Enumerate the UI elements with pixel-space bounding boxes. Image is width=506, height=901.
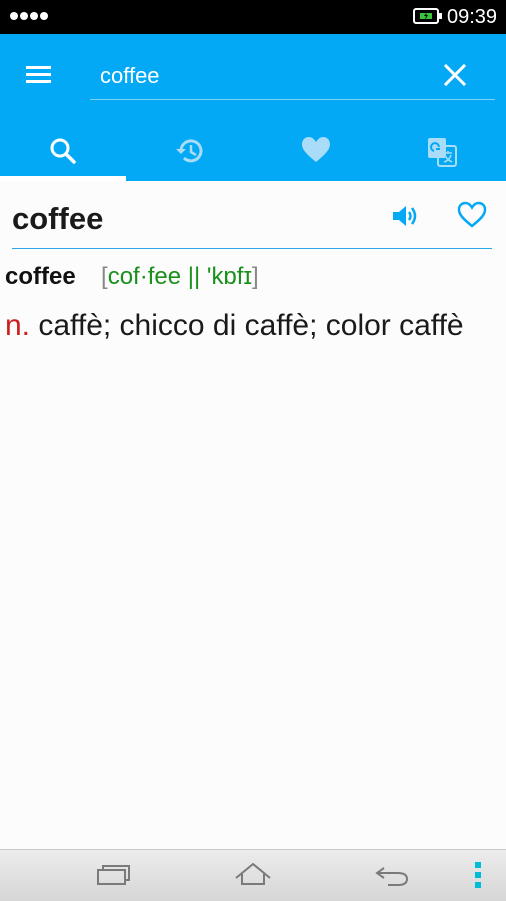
translate-icon [428, 138, 457, 167]
status-bar: 09:39 [0, 0, 506, 34]
recent-apps-icon[interactable] [93, 860, 133, 890]
menu-dots-icon[interactable] [466, 860, 490, 890]
history-icon [176, 139, 203, 163]
tab-favorites[interactable] [253, 126, 379, 181]
search-icon [50, 138, 76, 164]
status-time: 09:39 [447, 6, 498, 28]
clear-icon[interactable] [440, 60, 470, 90]
heart-icon [302, 137, 330, 162]
search-input[interactable] [100, 60, 420, 92]
part-of-speech: n. [5, 309, 31, 342]
speaker-icon[interactable] [390, 201, 420, 231]
back-icon[interactable] [372, 860, 412, 890]
signal-icon [10, 12, 48, 20]
app-bar [0, 34, 506, 181]
search-underline [90, 99, 495, 100]
tab-translate[interactable] [379, 126, 505, 181]
entry-line: coffee [cof·fee || 'kɒfɪ] [5, 263, 259, 291]
pronunciation: cof·fee || 'kɒfɪ [107, 263, 253, 290]
definition: n. caffè; chicco di caffè; color caffè [5, 305, 475, 346]
bracket-close: ] [252, 263, 259, 290]
entry-headword: coffee [12, 201, 104, 236]
entry-word: coffee [5, 263, 76, 290]
tab-history[interactable] [126, 126, 252, 181]
home-icon[interactable] [233, 860, 273, 890]
headword-divider [12, 248, 492, 249]
entry-content: coffee coffee [cof·fee || 'kɒfɪ] n. caff… [0, 181, 506, 849]
battery-charging-icon [413, 8, 442, 24]
tab-search[interactable] [0, 126, 126, 181]
bracket-open: [ [101, 263, 108, 290]
navigation-bar [0, 849, 506, 901]
definition-text: caffè; chicco di caffè; color caffè [38, 309, 464, 342]
menu-icon[interactable] [24, 62, 54, 86]
heart-outline-icon[interactable] [457, 201, 487, 231]
